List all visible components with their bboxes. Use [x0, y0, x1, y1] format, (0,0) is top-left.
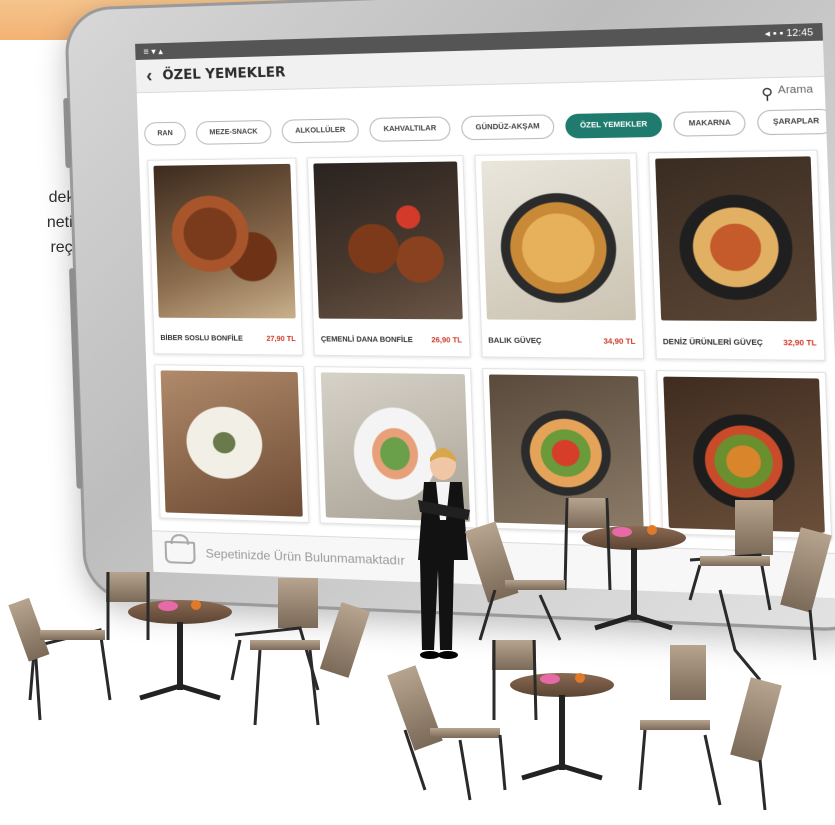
chair-bottom-cluster: [387, 639, 782, 811]
table-right-top: [582, 525, 686, 631]
waiter-figure: [418, 448, 470, 659]
chair-left-3: [230, 578, 371, 726]
cafe-scene: [8, 448, 832, 811]
table-bottom: [510, 673, 614, 781]
chair-left-1: [8, 597, 112, 721]
table-left: [128, 600, 232, 701]
